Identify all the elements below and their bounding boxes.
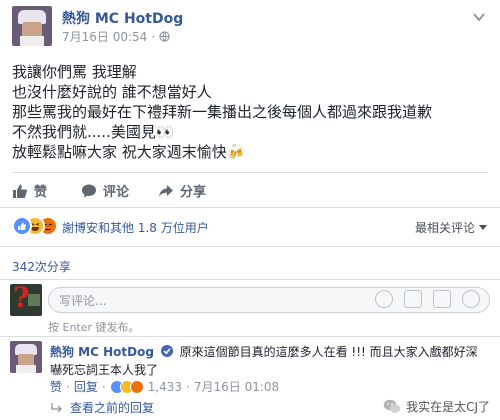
share-button[interactable]: 分享	[158, 181, 206, 200]
watermark: 我实在是太CJ了	[383, 398, 490, 415]
reply-arrow-icon	[51, 402, 62, 412]
post-author-name[interactable]: 熱狗 MC HotDog	[62, 8, 183, 28]
commenter-avatar[interactable]	[10, 341, 42, 373]
comment-like-link[interactable]: 赞	[50, 378, 62, 395]
composer-hint: 按 Enter 键发布。	[48, 321, 140, 334]
thumbs-up-icon	[13, 184, 28, 198]
comment-body: 熱狗 MC HotDog 原來這個節目真的這麼多人在看 !!! 而且大家入戲都好…	[50, 343, 490, 379]
gif-icon[interactable]	[433, 290, 451, 308]
wechat-icon	[383, 399, 401, 413]
comment-reaction-count[interactable]: 1,433	[148, 380, 182, 394]
post-timestamp[interactable]: 7月16日 00:54	[62, 28, 147, 45]
emoji-icon[interactable]	[375, 290, 393, 308]
comment-button[interactable]: 评论	[81, 181, 129, 200]
comment-input[interactable]: 写评论...	[48, 287, 490, 313]
chevron-down-icon	[479, 224, 488, 230]
like-reaction-icon	[12, 216, 32, 236]
author-avatar[interactable]	[12, 6, 52, 46]
comment-author[interactable]: 熱狗 MC HotDog	[50, 345, 154, 359]
post-line: 不然我們就.....美國見👀	[12, 123, 175, 141]
post-line: 我讓你們罵 我理解	[12, 63, 137, 81]
post-line: 放輕鬆點嘛大家 祝大家週末愉快🍻	[12, 143, 246, 161]
comment-sort-dropdown[interactable]: 最相关评论	[415, 219, 488, 236]
shares-count[interactable]: 342次分享	[12, 258, 71, 275]
post-body: 我讓你們罵 我理解 也沒什麼好說的 誰不想當好人 那些罵我的最好在下禮拜新一集播…	[12, 62, 492, 162]
reactions-summary[interactable]: 謝博安和其他 1.8 万位用户	[62, 219, 209, 236]
post-options-icon[interactable]	[472, 12, 486, 22]
globe-icon	[159, 31, 170, 42]
verified-icon	[160, 345, 173, 357]
comment-reply-link[interactable]: 回复	[74, 378, 98, 395]
post-line: 那些罵我的最好在下禮拜新一集播出之後每個人都過來跟我道歉	[12, 103, 433, 121]
camera-icon[interactable]	[404, 290, 422, 308]
user-avatar: ?	[10, 284, 42, 316]
view-previous-replies[interactable]: 查看之前的回复	[50, 399, 154, 416]
post-line: 也沒什麼好說的 誰不想當好人	[12, 83, 212, 101]
share-arrow-icon	[159, 184, 173, 197]
like-button[interactable]: 赞	[12, 181, 47, 200]
comment-timestamp[interactable]: 7月16日 01:08	[194, 378, 279, 395]
comment-bubble-icon	[82, 184, 96, 197]
reaction-icons[interactable]	[12, 216, 64, 236]
sticker-icon[interactable]	[462, 290, 480, 308]
angry-reaction-icon	[129, 379, 144, 394]
comment-reaction-icons[interactable]	[109, 379, 144, 394]
comment-actions: 赞 · 回复 · 1,433 · 7月16日 01:08	[50, 378, 280, 395]
